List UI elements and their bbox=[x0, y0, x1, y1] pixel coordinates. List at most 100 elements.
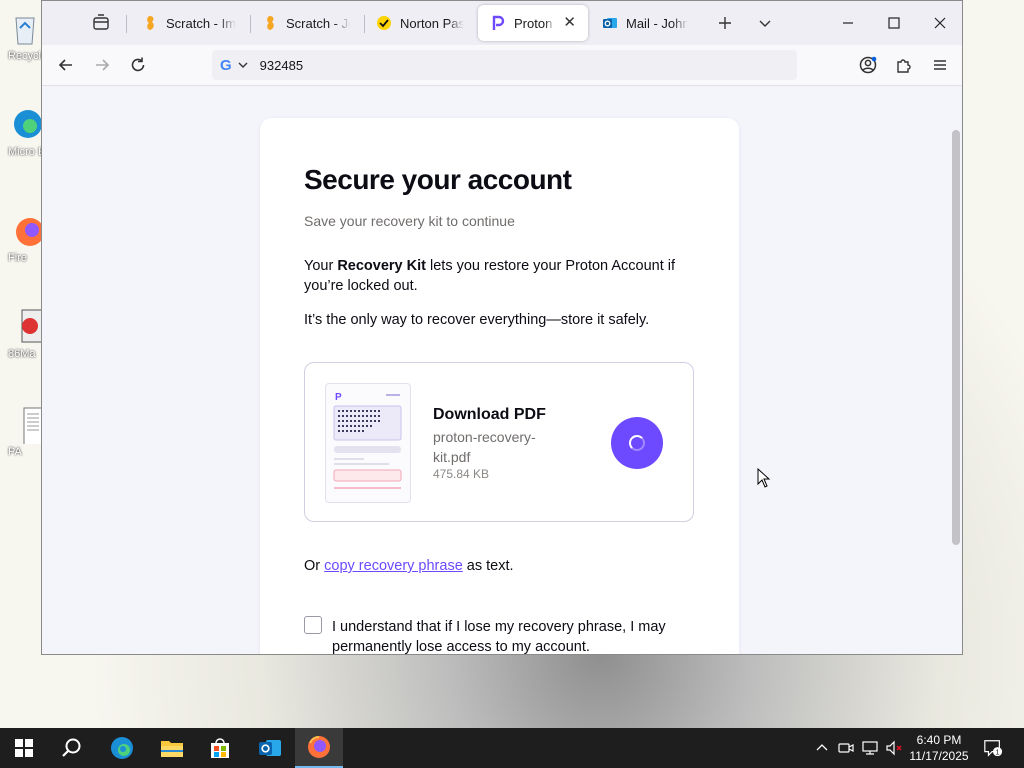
scratch-icon bbox=[142, 15, 158, 31]
tab-list-icon bbox=[93, 14, 109, 30]
page-scrollbar[interactable] bbox=[952, 130, 960, 545]
taskbar-firefox[interactable] bbox=[295, 728, 343, 768]
app-icon bbox=[8, 306, 43, 346]
desktop-icon-label: Fire bbox=[8, 252, 27, 264]
menu-button[interactable] bbox=[926, 51, 954, 79]
thumb-letter: P bbox=[335, 392, 342, 403]
reload-icon bbox=[131, 57, 145, 72]
pdf-thumbnail: P bbox=[325, 383, 411, 503]
pdf-filename: proton-recovery-kit.pdf bbox=[433, 429, 536, 465]
tab-scratch-image[interactable]: Scratch - Imag bbox=[130, 5, 248, 41]
close-tab-icon[interactable]: ✕ bbox=[563, 15, 576, 31]
tab-proton-mail[interactable]: Proton Ma ✕ bbox=[478, 5, 588, 41]
document-icon bbox=[8, 404, 43, 449]
account-button[interactable] bbox=[854, 51, 882, 79]
page-title: Secure your account bbox=[304, 164, 572, 195]
taskbar: 6:40 PM 11/17/2025 1 bbox=[0, 728, 1024, 768]
store-icon bbox=[211, 738, 229, 758]
google-icon: G bbox=[220, 56, 232, 74]
hamburger-menu-icon bbox=[934, 60, 946, 70]
url-text[interactable]: 932485 bbox=[260, 58, 303, 73]
minimize-icon bbox=[843, 22, 853, 24]
volume-muted-icon bbox=[886, 740, 902, 756]
plus-icon bbox=[719, 17, 731, 29]
tab-scratch-join[interactable]: Scratch - Join bbox=[250, 5, 362, 41]
taskbar-outlook[interactable] bbox=[246, 728, 294, 768]
understand-checkbox[interactable] bbox=[304, 616, 322, 634]
taskbar-file-explorer[interactable] bbox=[148, 728, 196, 768]
desktop-icon-label: Micro Edg bbox=[8, 146, 58, 158]
desktop-icon-recycle-bin[interactable]: Recycle bbox=[8, 8, 48, 62]
file-explorer-icon bbox=[161, 741, 183, 757]
page-content: Secure your account Save your recovery k… bbox=[42, 86, 962, 654]
forward-button[interactable] bbox=[88, 51, 116, 79]
arrow-left-icon bbox=[58, 59, 72, 71]
search-icon bbox=[62, 738, 81, 757]
chevron-up-icon bbox=[816, 744, 828, 751]
tab-list-button[interactable] bbox=[90, 12, 112, 34]
minimize-button[interactable] bbox=[834, 9, 862, 37]
maximize-icon bbox=[888, 17, 900, 29]
new-tab-button[interactable] bbox=[711, 9, 739, 37]
recovery-kit-bold: Recovery Kit bbox=[337, 258, 426, 274]
tab-title: Mail - John Sr bbox=[626, 15, 688, 31]
tab-norton[interactable]: Norton Passw bbox=[364, 5, 476, 41]
copy-recovery-phrase-link[interactable]: copy recovery phrase bbox=[324, 558, 463, 574]
list-all-tabs-button[interactable] bbox=[751, 9, 779, 37]
navigation-toolbar: G 932485 bbox=[42, 45, 962, 86]
arrow-right-icon bbox=[96, 59, 110, 71]
recovery-card: Secure your account Save your recovery k… bbox=[260, 118, 739, 654]
clock-date: 11/17/2025 bbox=[909, 749, 969, 763]
desktop-icon-firefox[interactable]: Fire bbox=[8, 210, 44, 264]
scratch-icon bbox=[262, 15, 278, 31]
understand-checkbox-label[interactable]: I understand that if I lose my recovery … bbox=[332, 617, 692, 654]
loading-spinner-icon bbox=[629, 435, 645, 451]
tab-title: Proton Ma bbox=[514, 15, 555, 31]
chevron-down-icon bbox=[238, 62, 248, 68]
clock-time: 6:40 PM bbox=[916, 733, 962, 747]
taskbar-edge[interactable] bbox=[98, 728, 146, 768]
desktop-icon-app[interactable]: 86Ma bbox=[8, 306, 43, 360]
close-window-button[interactable] bbox=[926, 9, 954, 37]
page-subtitle: Save your recovery kit to continue bbox=[304, 213, 515, 229]
desktop-icon-label: Recycle bbox=[8, 50, 48, 62]
back-button[interactable] bbox=[52, 51, 80, 79]
recovery-warning-text: It’s the only way to recover everything—… bbox=[304, 312, 650, 328]
firefox-icon bbox=[308, 736, 330, 758]
tab-title: Scratch - Imag bbox=[166, 15, 236, 31]
tab-title: Scratch - Join bbox=[286, 15, 350, 31]
desktop-icon-edge[interactable]: Micro Edg bbox=[8, 104, 58, 158]
reload-button[interactable] bbox=[124, 51, 152, 79]
start-button[interactable] bbox=[0, 728, 48, 768]
tab-bar: Scratch - Imag Scratch - Join Norton Pas… bbox=[42, 1, 962, 45]
show-hidden-icons-button[interactable] bbox=[812, 738, 832, 758]
search-engine-selector[interactable]: G bbox=[212, 50, 256, 80]
desktop-icon-label: PA bbox=[8, 446, 22, 458]
meet-now-button[interactable] bbox=[836, 738, 856, 758]
puzzle-icon bbox=[897, 59, 911, 73]
pdf-filesize: 475.84 KB bbox=[433, 467, 490, 481]
firefox-icon bbox=[8, 210, 44, 250]
system-clock[interactable]: 6:40 PM 11/17/2025 bbox=[904, 732, 974, 764]
taskbar-store[interactable] bbox=[196, 728, 244, 768]
search-button[interactable] bbox=[48, 728, 96, 768]
maximize-button[interactable] bbox=[880, 9, 908, 37]
desktop-icon-document[interactable]: PA bbox=[8, 404, 43, 458]
tab-outlook-mail[interactable]: Mail - John Sr bbox=[590, 5, 700, 41]
copy-phrase-line: Or copy recovery phrase as text. bbox=[304, 558, 514, 574]
camera-icon bbox=[838, 743, 854, 753]
notifications-button[interactable]: 1 bbox=[983, 738, 1003, 758]
download-button[interactable] bbox=[611, 417, 663, 469]
edge-icon bbox=[111, 737, 133, 759]
address-bar[interactable]: G 932485 bbox=[212, 50, 797, 80]
extensions-button[interactable] bbox=[890, 51, 918, 79]
desktop-icon-label: 86Ma bbox=[8, 348, 36, 360]
outlook-icon bbox=[602, 15, 618, 31]
network-button[interactable] bbox=[860, 738, 880, 758]
volume-button[interactable] bbox=[884, 738, 904, 758]
account-icon bbox=[859, 56, 877, 74]
download-pdf-box[interactable]: P Download PDF proton-recovery-kit.pdf 4… bbox=[304, 362, 694, 522]
notification-count: 1 bbox=[996, 747, 1000, 756]
start-icon bbox=[15, 739, 33, 757]
proton-icon bbox=[490, 15, 506, 31]
